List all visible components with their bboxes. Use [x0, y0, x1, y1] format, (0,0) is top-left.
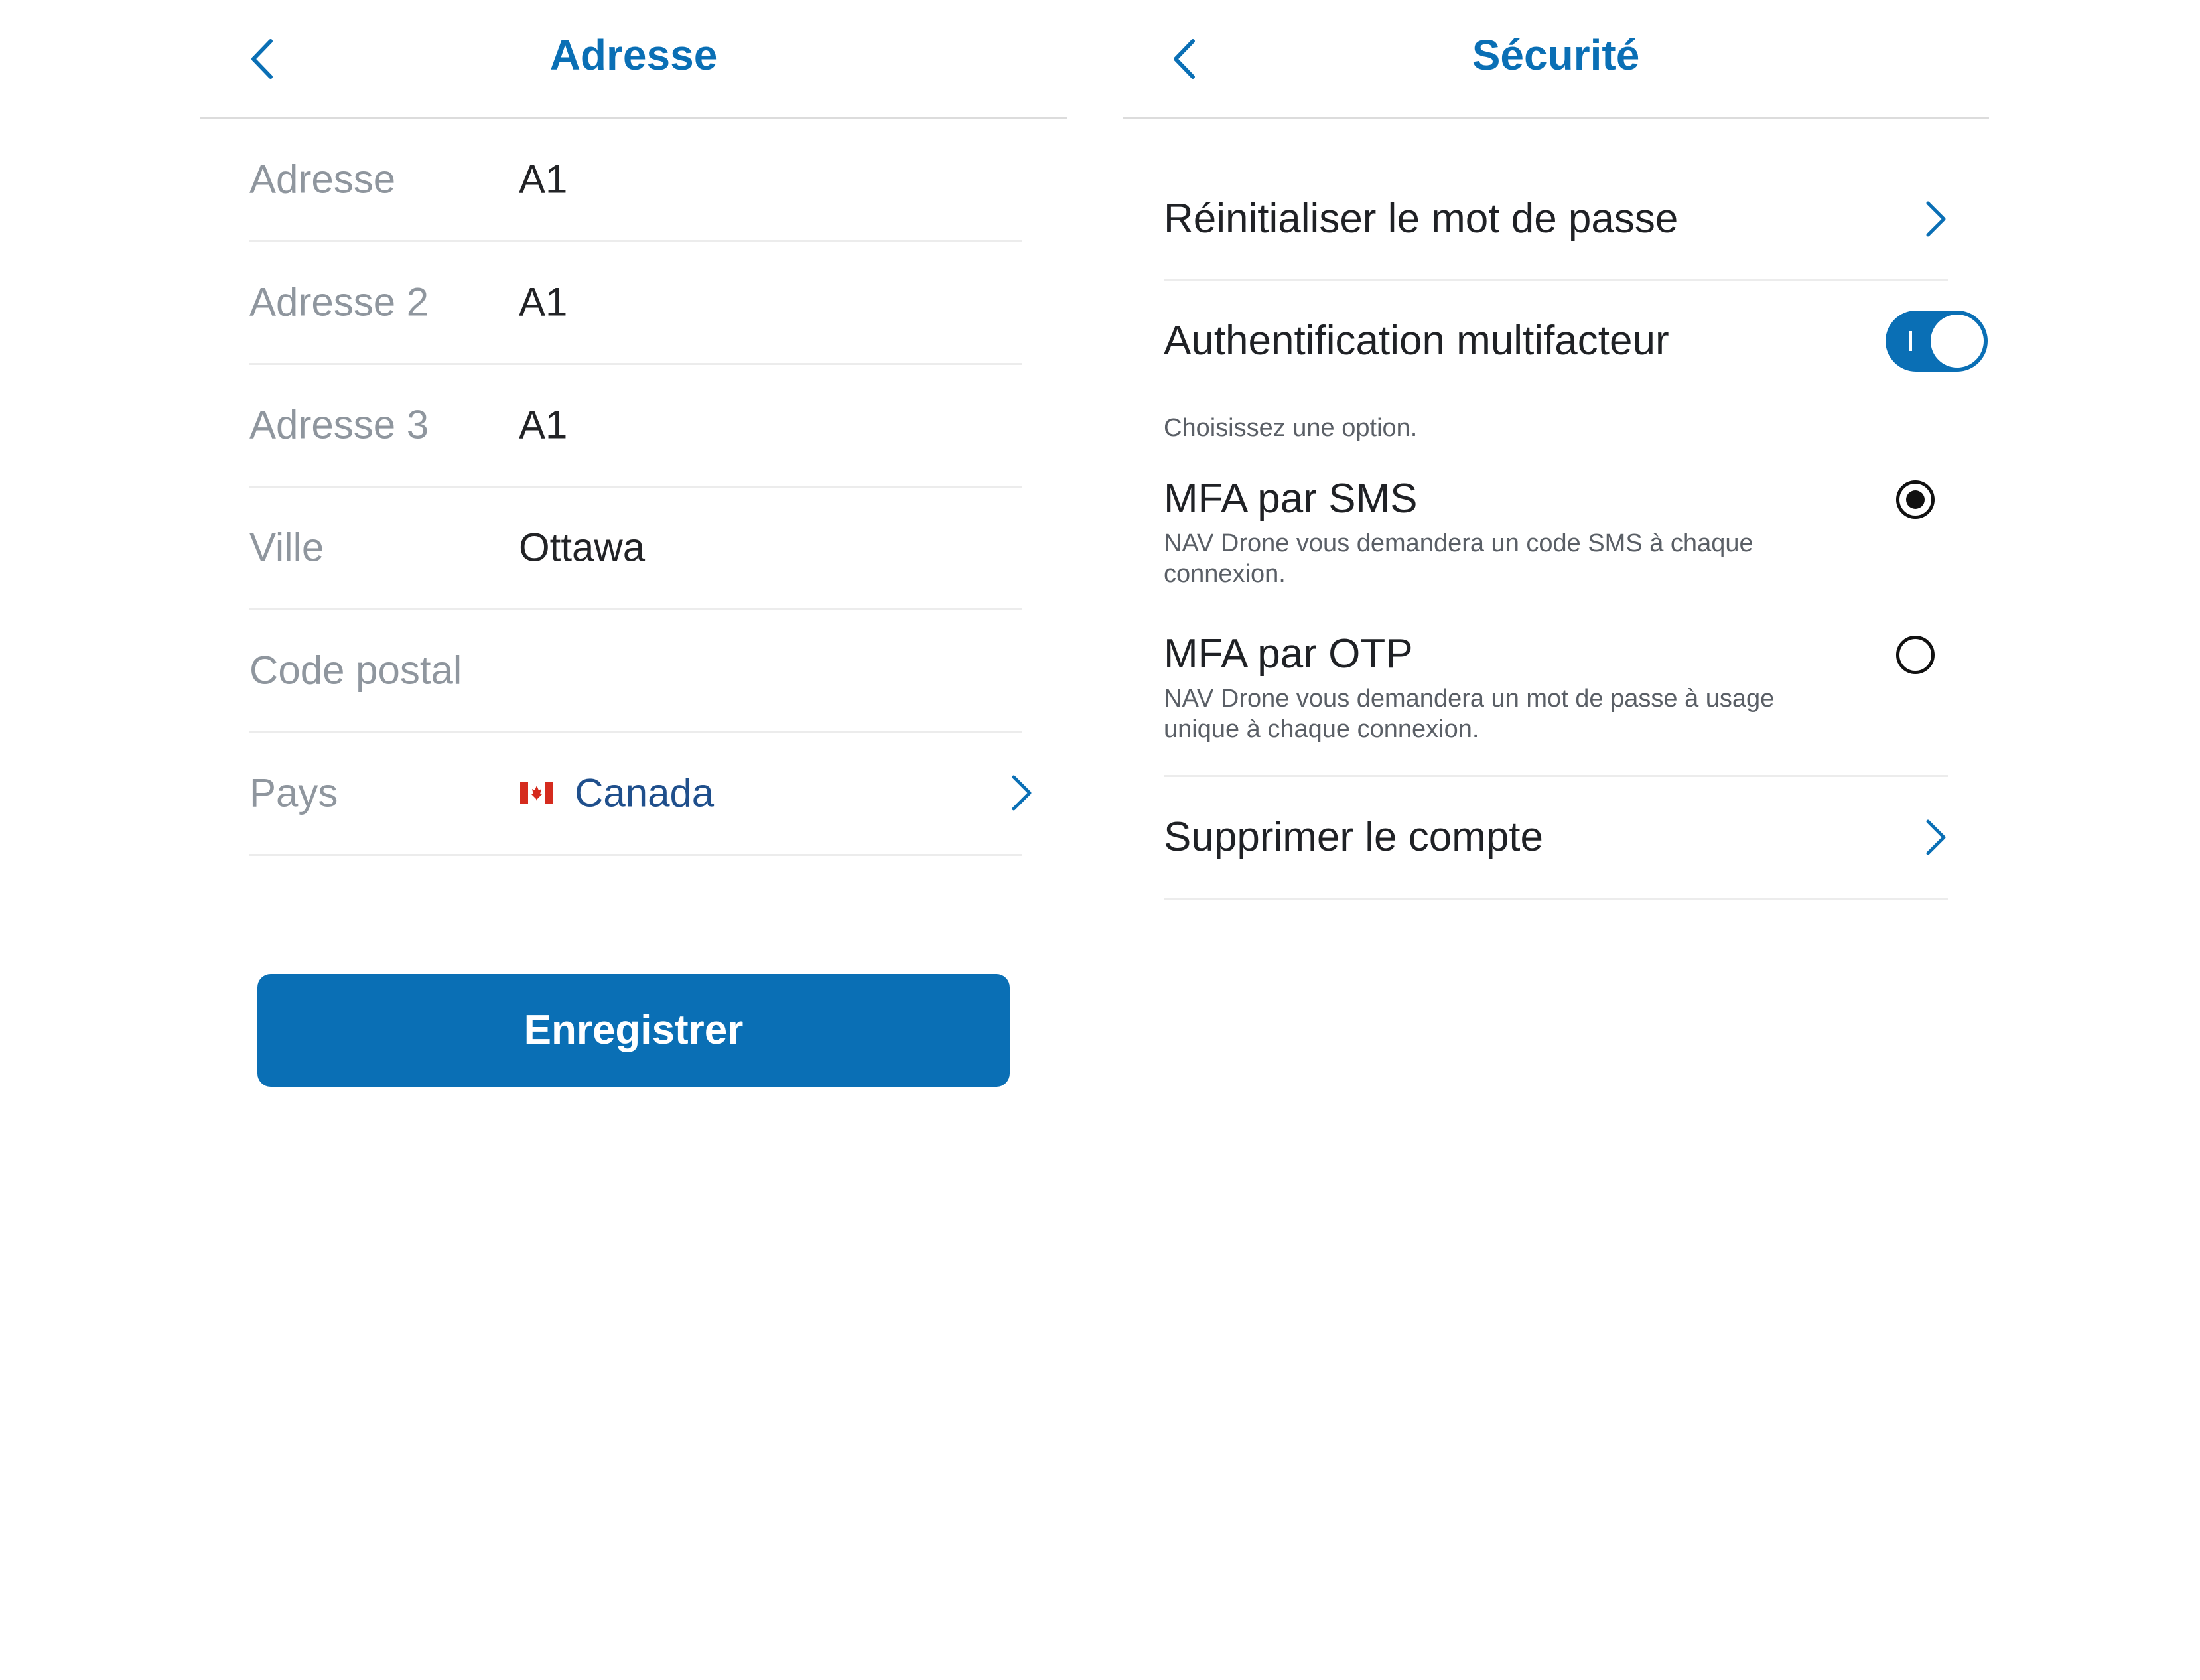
- toggle-knob: [1931, 315, 1984, 368]
- city-field-row[interactable]: Ville Ottawa: [249, 486, 1022, 610]
- address-1-input[interactable]: A1: [519, 157, 567, 202]
- security-screen: Sécurité Réinitialiser le mot de passe A…: [1123, 0, 1989, 1680]
- chevron-right-icon[interactable]: [1010, 773, 1034, 813]
- mfa-otp-radio[interactable]: [1896, 636, 1935, 674]
- divider: [1164, 775, 1948, 777]
- chevron-right-icon[interactable]: [1924, 817, 1948, 857]
- address-3-input[interactable]: A1: [519, 402, 567, 448]
- field-label: Ville: [249, 525, 324, 570]
- field-label: Adresse 2: [249, 279, 429, 324]
- country-field-row[interactable]: Pays Canada: [249, 732, 1032, 856]
- address-header: Adresse: [200, 0, 1067, 119]
- divider: [1164, 898, 1948, 900]
- field-label: Adresse 3: [249, 402, 429, 447]
- delete-account-label: Supprimer le compte: [1164, 814, 1544, 860]
- reset-password-row[interactable]: Réinitialiser le mot de passe: [1164, 186, 1948, 252]
- mfa-sms-description: NAV Drone vous demandera un code SMS à c…: [1164, 529, 1753, 588]
- delete-account-row[interactable]: Supprimer le compte: [1164, 804, 1948, 871]
- city-input[interactable]: Ottawa: [519, 525, 645, 571]
- address-2-input[interactable]: A1: [519, 279, 567, 325]
- address-3-field-row[interactable]: Adresse 3 A1: [249, 364, 1022, 488]
- mfa-row: Authentification multifacteur: [1164, 311, 1988, 372]
- mfa-toggle[interactable]: [1886, 311, 1988, 372]
- field-label: Code postal: [249, 648, 462, 693]
- postal-code-field-row[interactable]: Code postal: [249, 609, 1022, 733]
- address-screen: Adresse Adresse A1 Adresse 2 A1 Adresse …: [200, 0, 1067, 1680]
- toggle-on-mark: [1909, 331, 1912, 351]
- mfa-label: Authentification multifacteur: [1164, 318, 1669, 364]
- chevron-right-icon[interactable]: [1924, 199, 1948, 239]
- field-label: Adresse: [249, 157, 396, 202]
- reset-password-label: Réinitialiser le mot de passe: [1164, 196, 1679, 242]
- mfa-sms-radio[interactable]: [1896, 480, 1935, 519]
- address-field-row[interactable]: Adresse A1: [249, 118, 1022, 242]
- radio-selected-dot: [1906, 490, 1925, 509]
- security-header: Sécurité: [1123, 0, 1989, 119]
- page-title: Sécurité: [1472, 31, 1640, 79]
- choose-option-hint: Choisissez une option.: [1164, 414, 1418, 442]
- save-button[interactable]: Enregistrer: [257, 974, 1010, 1087]
- country-value: Canada: [575, 770, 715, 815]
- mfa-otp-description: NAV Drone vous demandera un mot de passe…: [1164, 685, 1775, 743]
- mfa-sms-title: MFA par SMS: [1164, 476, 1418, 522]
- divider: [1164, 279, 1948, 281]
- address-2-field-row[interactable]: Adresse 2 A1: [249, 241, 1022, 365]
- field-label: Pays: [249, 770, 338, 815]
- canada-flag-icon: [520, 782, 553, 804]
- page-title: Adresse: [549, 31, 718, 79]
- mfa-otp-title: MFA par OTP: [1164, 631, 1413, 677]
